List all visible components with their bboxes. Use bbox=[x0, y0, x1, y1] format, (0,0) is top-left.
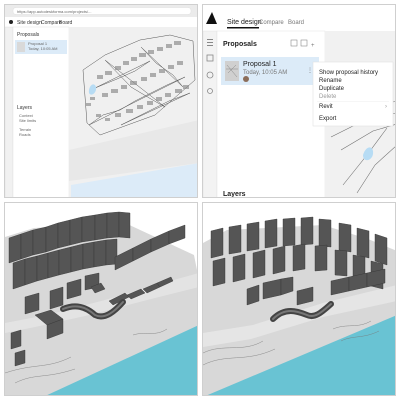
layer-item[interactable]: Site limits bbox=[19, 118, 36, 123]
layers-title: Layers bbox=[223, 191, 246, 198]
panel-bottom-left-model bbox=[4, 202, 198, 396]
proposal-ui: Site design Compare Board Proposals + Pr… bbox=[203, 5, 395, 198]
model-view-1 bbox=[5, 203, 197, 395]
tab-compare[interactable]: Compare bbox=[259, 20, 284, 26]
menu-delete: Delete bbox=[319, 94, 337, 100]
panel-top-right-proposals: Site design Compare Board Proposals + Pr… bbox=[202, 4, 396, 198]
menu-icon[interactable] bbox=[207, 39, 213, 40]
proposals-title: Proposals bbox=[17, 32, 40, 38]
layers-title: Layers bbox=[17, 105, 33, 111]
menu-show-proposal-history[interactable]: Show proposal history bbox=[319, 70, 378, 76]
panel-top-left-browser: https://app.autodeskforma.com/projects/.… bbox=[4, 4, 198, 198]
model-view-2 bbox=[203, 203, 395, 395]
proposal-time: Today, 10:05 AM bbox=[243, 70, 287, 76]
layer-item[interactable]: Roads bbox=[19, 132, 31, 137]
tab-board[interactable]: Board bbox=[288, 20, 304, 26]
avatar bbox=[243, 76, 249, 82]
proposal-time: Today, 10:05 AM bbox=[28, 46, 58, 51]
menu-revit[interactable]: Revit bbox=[319, 104, 333, 110]
more-options-icon[interactable]: ⋮ bbox=[307, 68, 313, 74]
add-proposal-icon[interactable]: + bbox=[311, 43, 315, 49]
submenu-arrow-icon: › bbox=[385, 104, 387, 110]
proposal-name: Proposal 1 bbox=[243, 61, 277, 68]
tab-site-design[interactable]: Site design bbox=[227, 19, 262, 26]
panel-bottom-right-model bbox=[202, 202, 396, 396]
menu-rename[interactable]: Rename bbox=[319, 78, 342, 84]
address-text: https://app.autodeskforma.com/projects/.… bbox=[17, 9, 91, 14]
proposals-title: Proposals bbox=[223, 41, 257, 48]
active-tab-indicator bbox=[227, 27, 259, 29]
app-logo bbox=[9, 20, 13, 24]
browser-screenshot: https://app.autodeskforma.com/projects/.… bbox=[5, 5, 197, 197]
menu-duplicate[interactable]: Duplicate bbox=[319, 86, 345, 92]
menu-export[interactable]: Export bbox=[319, 116, 337, 122]
tab-site-design[interactable]: Site design bbox=[17, 20, 42, 26]
tab-board[interactable]: Board bbox=[59, 20, 73, 26]
